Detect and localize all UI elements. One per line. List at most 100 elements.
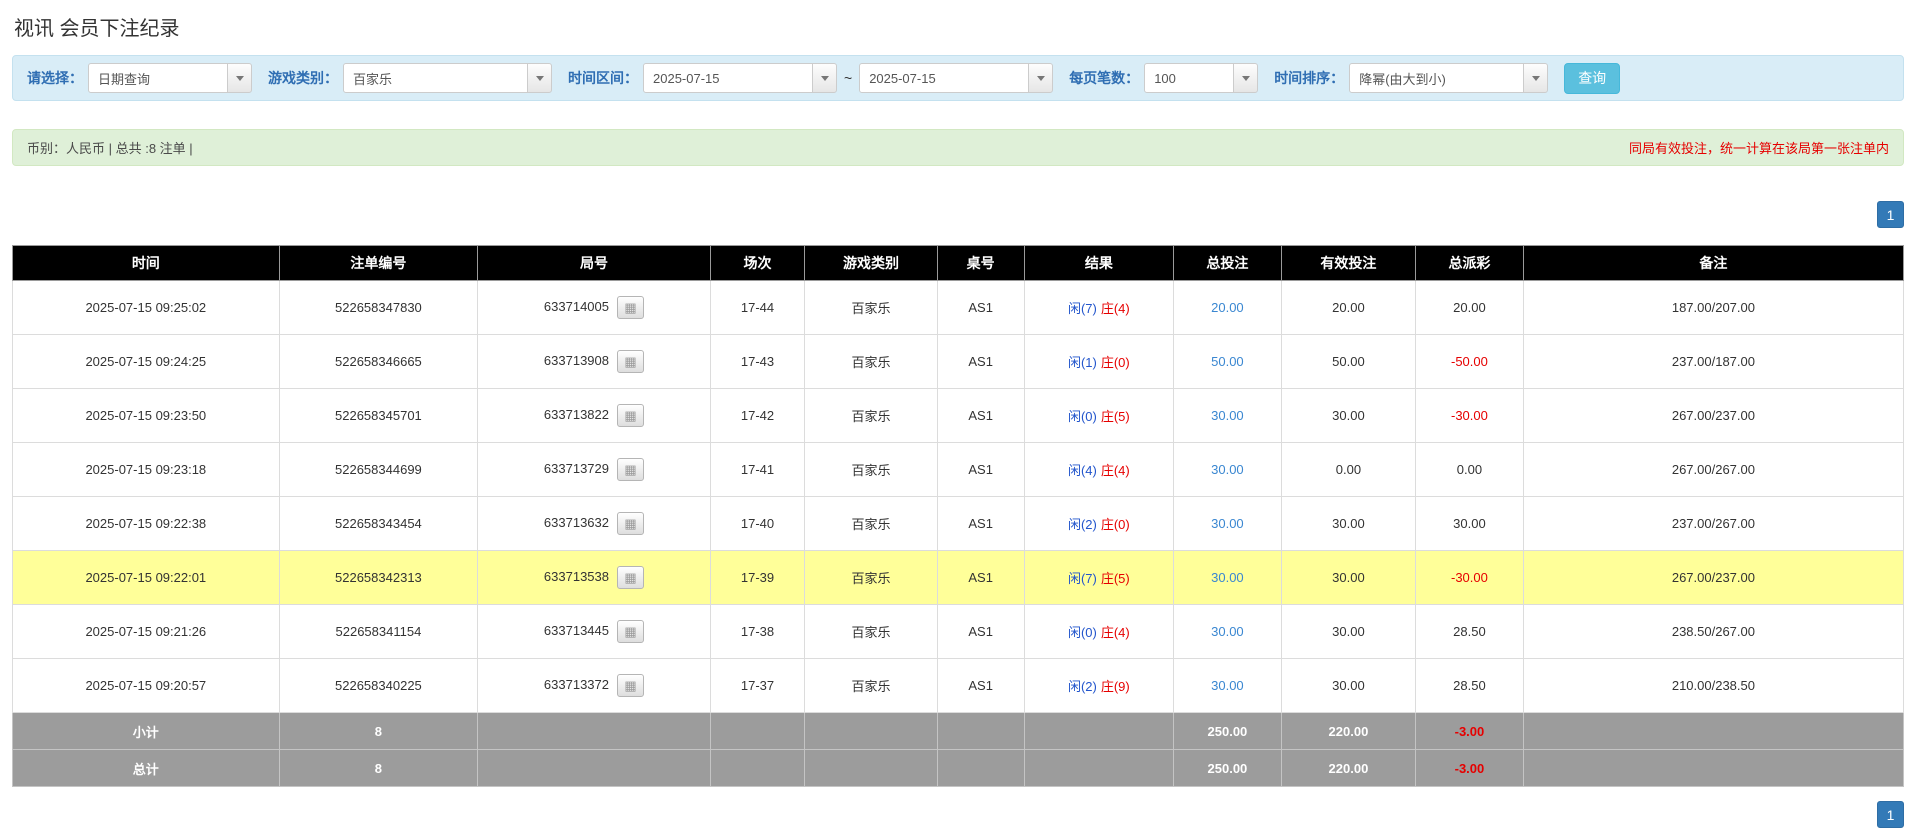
round-detail-button[interactable]: ▦ (617, 404, 644, 427)
sort-order-combobox (1349, 63, 1549, 93)
sort-order-input[interactable] (1349, 63, 1525, 93)
cell-session: 17-42 (709, 388, 806, 443)
game-type-input[interactable] (343, 63, 528, 93)
total-bet-link[interactable]: 30.00 (1211, 678, 1244, 693)
total-bet-link[interactable]: 30.00 (1211, 408, 1244, 423)
round-number: 633713445 (543, 622, 609, 638)
subtotal-empty-cell (477, 712, 711, 750)
result-banker: 庄(4) (1100, 625, 1130, 640)
cell-table-no: AS1 (936, 604, 1025, 659)
header-payout: 总派彩 (1415, 245, 1524, 281)
date-to-input[interactable] (859, 63, 1030, 93)
cell-time: 2025-07-15 09:25:02 (12, 280, 280, 335)
cell-total-bet: 30.00 (1173, 658, 1282, 713)
cell-bet-id: 522658344699 (278, 442, 479, 497)
round-number: 633713632 (543, 514, 609, 530)
date-from-dropdown-button[interactable] (812, 63, 837, 93)
table-row: 2025-07-15 09:22:01 522658342313 6337135… (12, 550, 1905, 605)
page-1-button[interactable]: 1 (1877, 801, 1904, 828)
subtotal-valid-bet: 220.00 (1280, 712, 1417, 750)
round-detail-button[interactable]: ▦ (617, 620, 644, 643)
result-player: 闲(7) (1067, 301, 1097, 316)
query-button[interactable]: 查询 (1564, 62, 1621, 94)
cell-total-bet: 30.00 (1173, 496, 1282, 551)
cell-bet-id: 522658341154 (278, 604, 479, 659)
round-detail-button[interactable]: ▦ (617, 566, 644, 589)
cell-round-no: 633713632 ▦ (477, 496, 711, 551)
total-bet-link[interactable]: 50.00 (1211, 354, 1244, 369)
cell-valid-bet: 30.00 (1280, 604, 1417, 659)
time-range-label: 时间区间： (568, 70, 638, 86)
total-bet-link[interactable]: 30.00 (1211, 570, 1244, 585)
round-detail-button[interactable]: ▦ (617, 674, 644, 697)
cell-payout: 28.50 (1415, 658, 1524, 713)
date-mode-input[interactable] (88, 63, 228, 93)
cell-game-type: 百家乐 (804, 550, 938, 605)
total-empty-cell (936, 749, 1025, 787)
game-type-dropdown-button[interactable] (527, 63, 552, 93)
page-size-label: 每页笔数： (1069, 70, 1140, 86)
total-bet-link[interactable]: 30.00 (1211, 462, 1244, 477)
round-detail-button[interactable]: ▦ (617, 458, 644, 481)
page-size-dropdown-button[interactable] (1233, 63, 1259, 93)
date-mode-dropdown-button[interactable] (227, 63, 252, 93)
payout-value: 30.00 (1453, 516, 1486, 531)
subtotal-row: 小计 8 250.00 220.00 -3.00 (12, 712, 1905, 750)
cell-bet-id: 522658347830 (278, 280, 479, 335)
page-1-button[interactable]: 1 (1877, 201, 1904, 228)
cell-bet-id: 522658343454 (278, 496, 479, 551)
header-game-type: 游戏类别 (804, 245, 938, 281)
cell-result: 闲(2) 庄(9) (1023, 658, 1175, 713)
result-player: 闲(4) (1067, 463, 1097, 478)
cell-total-bet: 30.00 (1173, 442, 1282, 497)
cell-round-no: 633713908 ▦ (477, 334, 711, 389)
subtotal-total-bet: 250.00 (1173, 712, 1282, 750)
cell-session: 17-43 (709, 334, 806, 389)
result-banker: 庄(5) (1100, 571, 1130, 586)
cell-payout: 0.00 (1415, 442, 1524, 497)
page-container: 视讯 会员下注纪录 请选择： 游戏类别： 时间区间： ~ 每页笔数： 时间排序： (0, 12, 1916, 828)
sort-order-dropdown-button[interactable] (1523, 63, 1549, 93)
date-from-combobox (643, 63, 837, 93)
total-empty-cell (804, 749, 938, 787)
currency-summary-text: 币别：人民币 | 总共 :8 注单 | (27, 141, 193, 156)
total-bet-link[interactable]: 30.00 (1211, 624, 1244, 639)
range-separator: ~ (844, 70, 853, 86)
round-detail-button[interactable]: ▦ (617, 296, 644, 319)
date-to-dropdown-button[interactable] (1028, 63, 1054, 93)
header-valid-bet: 有效投注 (1280, 245, 1417, 281)
header-session: 场次 (709, 245, 806, 281)
cell-session: 17-38 (709, 604, 806, 659)
total-bet-link[interactable]: 30.00 (1211, 516, 1244, 531)
total-payout: -3.00 (1415, 749, 1524, 787)
table-header: 时间 注单编号 局号 场次 游戏类别 桌号 结果 总投注 有效投注 总派彩 备注 (12, 245, 1905, 281)
round-detail-button[interactable]: ▦ (617, 512, 644, 535)
sort-order-label: 时间排序： (1274, 70, 1345, 86)
table-row: 2025-07-15 09:24:25 522658346665 6337139… (12, 334, 1905, 389)
date-mode-combobox (88, 63, 252, 93)
cell-valid-bet: 0.00 (1280, 442, 1417, 497)
pagination-top: 1 (12, 201, 1904, 228)
round-number: 633713908 (543, 352, 609, 368)
total-bet-link[interactable]: 20.00 (1211, 300, 1244, 315)
page-size-input[interactable] (1144, 63, 1235, 93)
total-empty-cell (709, 749, 806, 787)
header-table-no: 桌号 (936, 245, 1025, 281)
cell-total-bet: 30.00 (1173, 550, 1282, 605)
cell-valid-bet: 30.00 (1280, 658, 1417, 713)
result-banker: 庄(9) (1100, 679, 1130, 694)
table-row: 2025-07-15 09:23:18 522658344699 6337137… (12, 442, 1905, 497)
total-label: 总计 (12, 749, 280, 787)
cell-session: 17-40 (709, 496, 806, 551)
subtotal-empty-cell (1522, 712, 1905, 750)
game-type-combobox (343, 63, 552, 93)
cell-payout: 20.00 (1415, 280, 1524, 335)
cell-session: 17-37 (709, 658, 806, 713)
cell-payout: 30.00 (1415, 496, 1524, 551)
date-from-input[interactable] (643, 63, 813, 93)
chevron-down-icon (1531, 75, 1540, 81)
cell-bet-id: 522658340225 (278, 658, 479, 713)
round-number: 633713538 (543, 568, 609, 584)
table-row: 2025-07-15 09:21:26 522658341154 6337134… (12, 604, 1905, 659)
round-detail-button[interactable]: ▦ (617, 350, 644, 373)
